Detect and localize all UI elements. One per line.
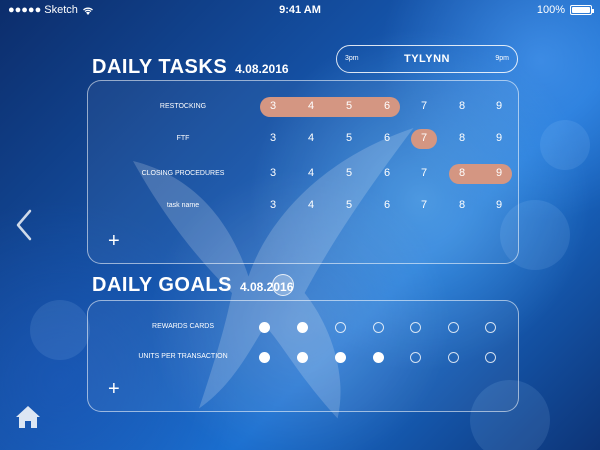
task-row[interactable]: FTF 3 4 5 6 7 8 9 xyxy=(88,129,520,149)
hour-cell[interactable]: 4 xyxy=(302,100,320,112)
daily-goals-panel: + REWARDS CARDS UNITS PER TRANSACTION xyxy=(87,300,519,412)
chevron-left-icon[interactable] xyxy=(12,205,36,245)
task-label: CLOSING PROCEDURES xyxy=(141,170,225,177)
hour-cell[interactable]: 9 xyxy=(490,167,508,179)
task-row[interactable]: task name 3 4 5 6 7 8 9 xyxy=(88,196,520,216)
shift-selector[interactable]: 3pm TYLYNN 9pm xyxy=(336,45,518,73)
goal-dot-empty[interactable] xyxy=(410,322,421,333)
hour-cell[interactable]: 7 xyxy=(415,132,433,144)
goal-dot-filled[interactable] xyxy=(297,322,308,333)
hour-cell[interactable]: 7 xyxy=(415,167,433,179)
goal-dot-filled[interactable] xyxy=(335,352,346,363)
task-label: FTF xyxy=(176,135,190,142)
goal-dot-empty[interactable] xyxy=(448,322,459,333)
task-label: RESTOCKING xyxy=(159,103,207,110)
goal-label: REWARDS CARDS xyxy=(152,323,214,330)
daily-tasks-header: DAILY TASKS 4.08.2016 xyxy=(92,56,289,79)
daily-tasks-panel: + RESTOCKING 3 4 5 6 7 8 9 FTF 3 4 5 6 7 8 9 CLOSING PRO… xyxy=(87,80,519,264)
status-time: 9:41 AM xyxy=(279,4,321,16)
hour-cell[interactable]: 3 xyxy=(264,167,282,179)
goal-dot-filled[interactable] xyxy=(259,322,270,333)
hour-cell[interactable]: 5 xyxy=(340,167,358,179)
hour-cell[interactable]: 9 xyxy=(490,100,508,112)
goal-dot-empty[interactable] xyxy=(448,352,459,363)
hour-cell[interactable]: 5 xyxy=(340,132,358,144)
hour-cell[interactable]: 5 xyxy=(340,100,358,112)
daily-tasks-title: DAILY TASKS xyxy=(92,56,228,78)
battery-icon xyxy=(570,5,594,15)
hour-cell[interactable]: 8 xyxy=(453,199,471,211)
goal-dot-empty[interactable] xyxy=(335,322,346,333)
hour-cell[interactable]: 4 xyxy=(302,167,320,179)
goal-dot-empty[interactable] xyxy=(485,322,496,333)
hour-cell[interactable]: 6 xyxy=(378,167,396,179)
bokeh-light xyxy=(540,120,590,170)
add-task-button[interactable]: + xyxy=(108,231,120,251)
goal-row: UNITS PER TRANSACTION xyxy=(88,347,520,367)
goal-dot-empty[interactable] xyxy=(410,352,421,363)
goal-dot-filled[interactable] xyxy=(373,352,384,363)
task-row[interactable]: CLOSING PROCEDURES 3 4 5 6 7 8 9 xyxy=(88,164,520,184)
goal-dot-filled[interactable] xyxy=(259,352,270,363)
hour-cell[interactable]: 8 xyxy=(453,132,471,144)
daily-tasks-date: 4.08.2016 xyxy=(235,62,289,76)
shift-employee-name: TYLYNN xyxy=(404,53,450,65)
sync-indicator xyxy=(272,274,294,296)
shift-end: 9pm xyxy=(495,55,509,62)
status-bar: ●●●●● Sketch 9:41 AM 100% xyxy=(0,0,600,20)
goal-dot-filled[interactable] xyxy=(297,352,308,363)
hour-cell[interactable]: 3 xyxy=(264,199,282,211)
task-label: task name xyxy=(166,202,200,209)
hour-cell[interactable]: 6 xyxy=(378,132,396,144)
goal-row: REWARDS CARDS xyxy=(88,317,520,337)
hour-cell[interactable]: 3 xyxy=(264,132,282,144)
hour-cell[interactable]: 4 xyxy=(302,132,320,144)
hour-cell[interactable]: 5 xyxy=(340,199,358,211)
task-row[interactable]: RESTOCKING 3 4 5 6 7 8 9 xyxy=(88,97,520,117)
hour-cell[interactable]: 9 xyxy=(490,132,508,144)
hour-cell[interactable]: 6 xyxy=(378,199,396,211)
add-goal-button[interactable]: + xyxy=(108,379,120,399)
battery-percent: 100% xyxy=(536,4,565,16)
bokeh-light xyxy=(30,300,90,360)
hour-cell[interactable]: 7 xyxy=(415,100,433,112)
home-icon[interactable] xyxy=(15,405,41,429)
hour-cell[interactable]: 8 xyxy=(453,100,471,112)
daily-goals-title: DAILY GOALS xyxy=(92,274,232,296)
goal-label: UNITS PER TRANSACTION xyxy=(138,353,228,360)
goal-dot-empty[interactable] xyxy=(373,322,384,333)
hour-cell[interactable]: 7 xyxy=(415,199,433,211)
daily-goals-header: DAILY GOALS 4.08.2016 xyxy=(92,274,293,297)
hour-cell[interactable]: 9 xyxy=(490,199,508,211)
hour-cell[interactable]: 8 xyxy=(453,167,471,179)
hour-cell[interactable]: 6 xyxy=(378,100,396,112)
hour-cell[interactable]: 3 xyxy=(264,100,282,112)
goal-dot-empty[interactable] xyxy=(485,352,496,363)
hour-cell[interactable]: 4 xyxy=(302,199,320,211)
